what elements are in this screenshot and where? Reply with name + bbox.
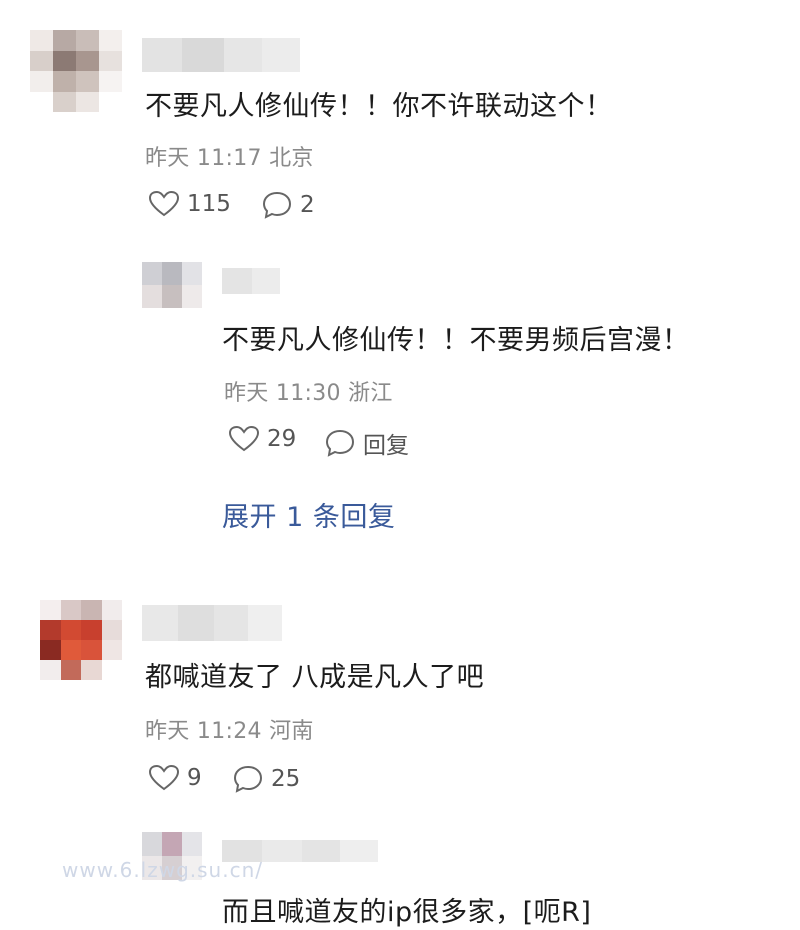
avatar[interactable]: [40, 600, 122, 680]
username[interactable]: [142, 605, 282, 641]
heart-icon: [149, 191, 179, 217]
username[interactable]: [222, 268, 280, 294]
reply-count: 2: [300, 192, 315, 218]
heart-icon: [149, 765, 179, 791]
comment-bubble-icon: [233, 765, 263, 793]
expand-replies-link[interactable]: 展开 1 条回复: [222, 495, 395, 534]
heart-icon: [229, 426, 259, 452]
reply-meta: 昨天 11:30 浙江: [224, 381, 393, 406]
comment-meta: 昨天 11:24 河南: [145, 719, 314, 744]
like-button[interactable]: 29: [229, 426, 296, 452]
avatar[interactable]: [30, 30, 122, 112]
reply-count: 25: [271, 766, 301, 792]
like-count: 9: [187, 765, 202, 791]
comment-bubble-icon: [325, 429, 355, 457]
watermark-text: www.6.lzwg.su.cn/: [62, 858, 264, 882]
comment-text: 不要凡人修仙传！！你不许联动这个！: [145, 91, 613, 122]
reply-label: 回复: [363, 433, 409, 459]
username[interactable]: [142, 38, 300, 72]
comment-text: 都喊道友了 八成是凡人了吧: [145, 662, 485, 693]
comment-meta: 昨天 11:17 北京: [145, 146, 314, 171]
reply-button[interactable]: 回复: [325, 426, 409, 460]
reply-text: 不要凡人修仙传！！不要男频后宫漫！: [222, 325, 690, 356]
like-button[interactable]: 115: [149, 191, 231, 217]
like-count: 29: [267, 426, 297, 452]
reply-button[interactable]: 25: [233, 765, 300, 793]
avatar[interactable]: [142, 262, 202, 308]
comment-bubble-icon: [262, 191, 292, 219]
reply-text: 而且喊道友的ip很多家，[呃R]: [222, 897, 592, 928]
like-count: 115: [187, 191, 231, 217]
like-button[interactable]: 9: [149, 765, 202, 791]
reply-button[interactable]: 2: [262, 191, 315, 219]
